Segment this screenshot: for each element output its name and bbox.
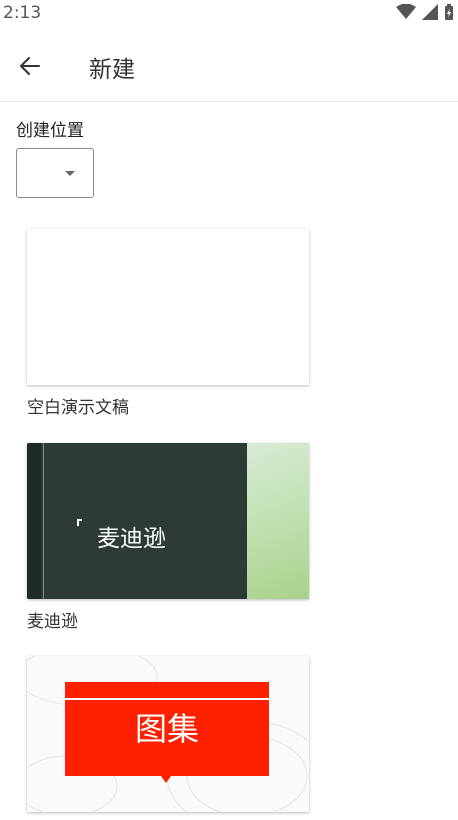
template-thumbnail-madison[interactable]: 麦迪逊 [27, 443, 309, 599]
template-label: 麦迪逊 [27, 612, 78, 632]
template-blank-presentation[interactable]: 空白演示文稿 [27, 229, 309, 418]
madison-divider [43, 443, 44, 599]
template-madison[interactable]: 麦迪逊 麦迪逊 [27, 443, 309, 632]
page-title: 新建 [89, 57, 135, 83]
status-icons [396, 4, 454, 20]
template-thumbnail-gallery[interactable]: 图集 [27, 656, 309, 812]
madison-green-panel [247, 443, 309, 599]
madison-thumb-title: 麦迪逊 [97, 526, 166, 552]
status-time: 2:13 [3, 3, 42, 23]
battery-icon [445, 4, 453, 20]
gallery-thumb-title: 图集 [134, 710, 199, 748]
gallery-banner-line [65, 698, 269, 700]
template-gallery[interactable]: 图集 [27, 656, 309, 820]
location-label: 创建位置 [16, 121, 84, 141]
back-button[interactable] [14, 50, 46, 82]
status-bar: 2:13 [0, 0, 458, 28]
madison-corner-mark [77, 519, 82, 526]
template-thumbnail-blank[interactable] [27, 229, 309, 385]
chevron-down-icon [65, 171, 75, 176]
app-bar: 新建 [0, 28, 458, 102]
gallery-title-banner: 图集 [65, 682, 269, 783]
signal-icon [422, 4, 438, 20]
gallery-banner-pointer [161, 776, 171, 783]
arrow-left-icon [20, 57, 40, 75]
wifi-icon [396, 4, 416, 19]
template-label: 空白演示文稿 [27, 398, 129, 418]
location-dropdown[interactable] [16, 148, 94, 198]
madison-left-bar [27, 443, 41, 599]
